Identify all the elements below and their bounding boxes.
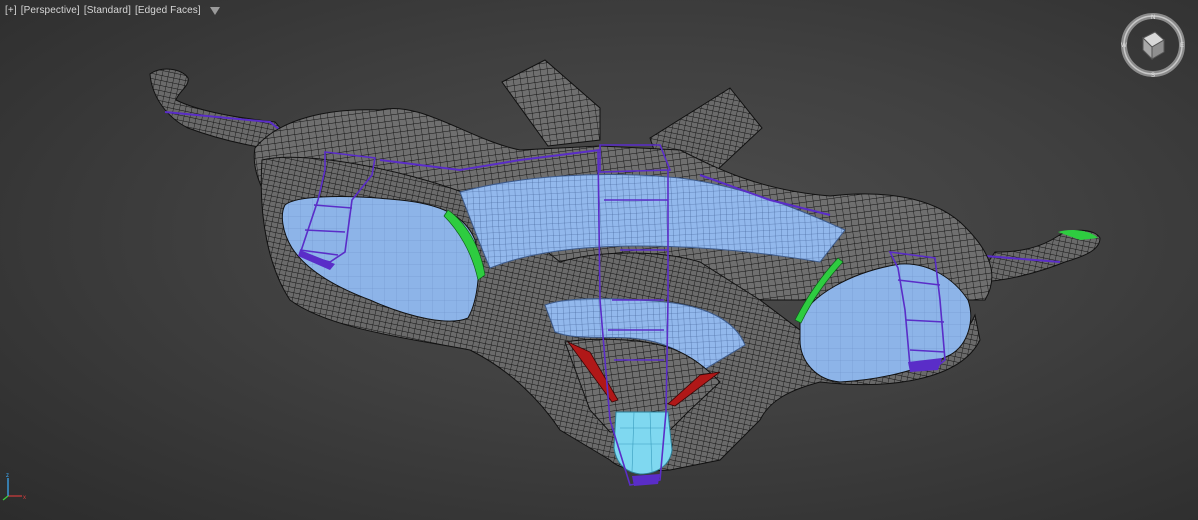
- viewcube-icon[interactable]: N W E S: [1118, 10, 1188, 80]
- funnel-icon[interactable]: [209, 6, 220, 15]
- viewport-pov-menu[interactable]: [Perspective]: [20, 5, 81, 16]
- viewport-plus-menu[interactable]: [+]: [4, 5, 18, 16]
- rear-fin-left: [501, 59, 601, 147]
- svg-text:N: N: [1151, 15, 1155, 21]
- svg-text:z: z: [6, 473, 9, 479]
- svg-text:W: W: [1121, 43, 1127, 49]
- viewport-display-menu[interactable]: [Edged Faces]: [134, 5, 202, 16]
- model-mesh[interactable]: [0, 0, 1198, 520]
- svg-text:x: x: [23, 495, 26, 501]
- viewport-shading-menu[interactable]: [Standard]: [83, 5, 132, 16]
- axis-tripod-icon: x z: [2, 473, 26, 501]
- perspective-viewport[interactable]: [+] [Perspective] [Standard] [Edged Face…: [0, 0, 1198, 520]
- svg-text:E: E: [1180, 43, 1184, 49]
- viewport-label-bar: [+] [Perspective] [Standard] [Edged Face…: [4, 5, 220, 16]
- svg-text:S: S: [1151, 73, 1155, 79]
